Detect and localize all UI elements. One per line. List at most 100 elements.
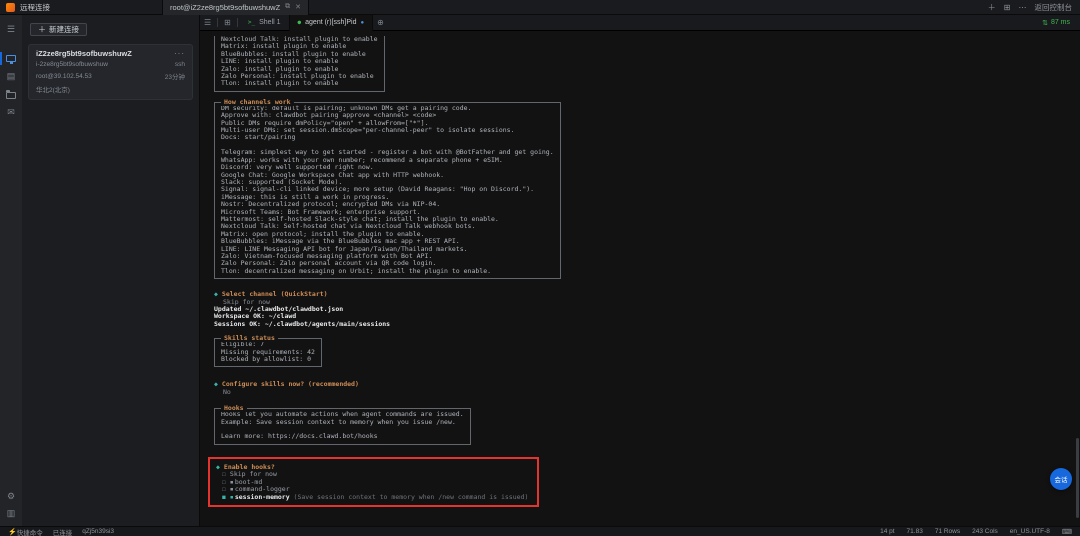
activity-bottom: ⚙ ▥: [0, 488, 22, 522]
session-fab-button[interactable]: 会话: [1050, 468, 1072, 490]
status-item: 71.83: [906, 528, 923, 535]
pin-icon: ●: [360, 19, 365, 26]
annotation-red-box: ◆ Enable hooks? ☐ Skip for now ☐ ▪boot-md ☐ ▪c…: [208, 456, 540, 507]
session-fab-label: 会话: [1054, 477, 1068, 484]
result-lines: Updated ~/.clawdbot/clawdbot.json Workspa…: [214, 305, 1080, 328]
plus-icon: ＋: [38, 25, 46, 34]
hook-options-list: ☐ Skip for now ☐ ▪boot-md ☐ ▪command-logger ◼ ▪…: [216, 471, 528, 501]
checkbox-checked-icon: ◼: [222, 492, 226, 501]
app-window: 远程连接 root@iZ2ze8rg5bt9sofbuwshuwZ ⧉ ✕ ＋ …: [0, 0, 1080, 536]
select-channel-answer: Skip for now: [223, 297, 270, 306]
tab-agent[interactable]: ● agent (r)[ssh]Pid ●: [289, 14, 374, 31]
tab-agent-label: agent (r)[ssh]Pid: [305, 19, 357, 26]
app-logo-icon: [6, 2, 15, 12]
hooks-box: Hooks Hooks let you automate actions whe…: [214, 405, 471, 445]
prompt-diamond-icon: ◆: [216, 462, 220, 471]
terminal-line: Sessions OK: ~/.clawdbot/agents/main/ses…: [214, 319, 391, 328]
user-host: root@39.102.54.53: [36, 72, 92, 80]
remote-connection-icon[interactable]: [0, 50, 22, 67]
mail-icon[interactable]: ✉: [0, 104, 22, 121]
keyboard-icon[interactable]: ⌨: [1062, 528, 1072, 536]
connection-name: iZ2ze8rg5bt9sofbuwshuwZ: [36, 49, 132, 58]
tab-shell[interactable]: >_ Shell 1: [240, 14, 290, 31]
connection-meta-row: root@39.102.54.53 23分钟: [36, 71, 185, 82]
channels-box-title: How channels work: [221, 98, 294, 106]
status-right-items: 14 pt 71.83 71 Rows 243 Cols en_US.UTF-8: [880, 528, 1050, 535]
menu-icon[interactable]: ☰: [0, 21, 22, 38]
lightning-icon[interactable]: ⚡: [8, 528, 17, 536]
duplicate-icon[interactable]: ⧉: [285, 3, 290, 11]
region-label: 华北2(北京): [36, 87, 70, 94]
checkbox-icon: ☐: [222, 485, 226, 494]
prompt-text: Select channel (QuickStart): [221, 290, 328, 299]
separator: [217, 18, 219, 27]
new-tab-icon[interactable]: ⊕: [373, 18, 388, 27]
plus-icon[interactable]: ＋: [988, 2, 996, 13]
terminal-scrollbar[interactable]: [1076, 32, 1079, 524]
status-item: en_US.UTF-8: [1009, 528, 1050, 535]
prompt-text: Configure skills now? (recommended): [221, 380, 359, 389]
hooks-box-body: Hooks let you automate actions when agen…: [221, 410, 464, 441]
terminal-line: Tlon: install plugin to enable: [221, 79, 339, 88]
channels-box: How channels work DM security: default i…: [214, 98, 561, 280]
plugin-status-box: Nextcloud Talk: install plugin to enable…: [214, 35, 385, 92]
new-connection-button[interactable]: ＋ 新建连接: [30, 23, 87, 36]
split-pane-icon[interactable]: ⊞: [220, 18, 235, 27]
status-item: 已连接: [52, 529, 73, 536]
status-item: 14 pt: [880, 528, 895, 535]
session-duration: 23分钟: [164, 74, 185, 81]
hook-option[interactable]: ☐ Skip for now: [222, 471, 528, 478]
hooks-box-title: Hooks: [221, 405, 247, 413]
help-docs-icon[interactable]: ▥: [0, 505, 22, 522]
layers-icon[interactable]: ▤: [0, 68, 22, 85]
prompt-diamond-icon: ◆: [214, 380, 218, 389]
more-icon[interactable]: ⋯: [1019, 3, 1027, 12]
terminal-line: Docs: start/pairing: [221, 133, 296, 142]
status-right-icons: ⌨: [1062, 528, 1072, 536]
configure-skills-prompt: ◆ Configure skills now? (recommended): [214, 381, 1080, 388]
folder-icon: [6, 90, 16, 99]
terminal-line: Learn more: https://docs.clawd.bot/hooks: [221, 432, 378, 441]
select-channel-prompt: ◆ Select channel (QuickStart): [214, 290, 1080, 299]
agent-status-icon: ●: [297, 19, 302, 26]
files-icon[interactable]: [0, 86, 22, 103]
tab-shell-label: Shell 1: [259, 19, 281, 26]
status-bar: ⚡ 快捷命令 已连接 qZj5n39si3 14 pt 71.83 71 Rows 243…: [0, 526, 1080, 536]
close-icon[interactable]: ✕: [295, 3, 301, 11]
connection-title-row: iZ2ze8rg5bt9sofbuwshuwZ ···: [36, 49, 185, 58]
skills-status-box: Skills status Eligible: 7 Missing require…: [214, 335, 322, 368]
configure-skills-answer: No: [223, 387, 231, 396]
terminal-menu-icon[interactable]: ☰: [200, 18, 215, 27]
scrollbar-thumb[interactable]: [1076, 438, 1079, 518]
connection-card[interactable]: iZ2ze8rg5bt9sofbuwshuwZ ··· i-2ze8rg5bt9…: [28, 44, 193, 100]
instance-id: i-2ze8rg5bt9sofbuwshuw: [36, 61, 108, 68]
latency-value: 87 ms: [1050, 19, 1070, 26]
hook-option[interactable]: ◼ ▪session-memory (Save session context t…: [222, 492, 528, 501]
new-connection-label: 新建连接: [49, 25, 79, 34]
terminal-icon: >_: [247, 19, 256, 26]
status-item: 71 Rows: [934, 528, 961, 535]
network-icon: ⇅: [1042, 19, 1048, 27]
activity-group: ▤ ✉: [0, 50, 22, 121]
more-icon[interactable]: ···: [174, 49, 185, 58]
status-item: qZj5n39si3: [82, 528, 115, 535]
protocol-badge: ssh: [174, 61, 185, 68]
hook-icon: ▪: [229, 492, 234, 501]
terminal-line: Updated ~/.clawdbot/clawdbot.json: [214, 305, 344, 313]
session-tab[interactable]: root@iZ2ze8rg5bt9sofbuwshuwZ ⧉ ✕: [162, 0, 310, 15]
connection-panel: ＋ 新建连接 iZ2ze8rg5bt9sofbuwshuwZ ··· i-2ze…: [22, 15, 200, 526]
terminal-tabbar: ☰ ⊞ >_ Shell 1 ● agent (r)[ssh]Pid ● ⊕ ⇅…: [200, 14, 1080, 31]
hook-icon: ▪: [229, 485, 234, 494]
latency-indicator: ⇅ 87 ms: [1042, 19, 1080, 27]
hook-option-label: session-memory: [234, 492, 290, 501]
settings-gear-icon[interactable]: ⚙: [0, 488, 22, 505]
session-tab-label: root@iZ2ze8rg5bt9sofbuwshuwZ: [170, 2, 281, 12]
status-left: ⚡: [8, 528, 17, 536]
terminal-line: Example: Save session context to memory …: [221, 417, 456, 426]
terminal-output[interactable]: Nextcloud Talk: install plugin to enable…: [200, 32, 1080, 526]
split-layout-icon[interactable]: ⊞: [1004, 3, 1011, 12]
status-item: 243 Cols: [972, 528, 998, 535]
back-to-console-link[interactable]: 返回控制台: [1035, 2, 1073, 13]
channels-box-body: DM security: default is pairing; unknown…: [221, 104, 554, 275]
skills-box-body: Eligible: 7 Missing requirements: 42 Block…: [221, 340, 315, 363]
